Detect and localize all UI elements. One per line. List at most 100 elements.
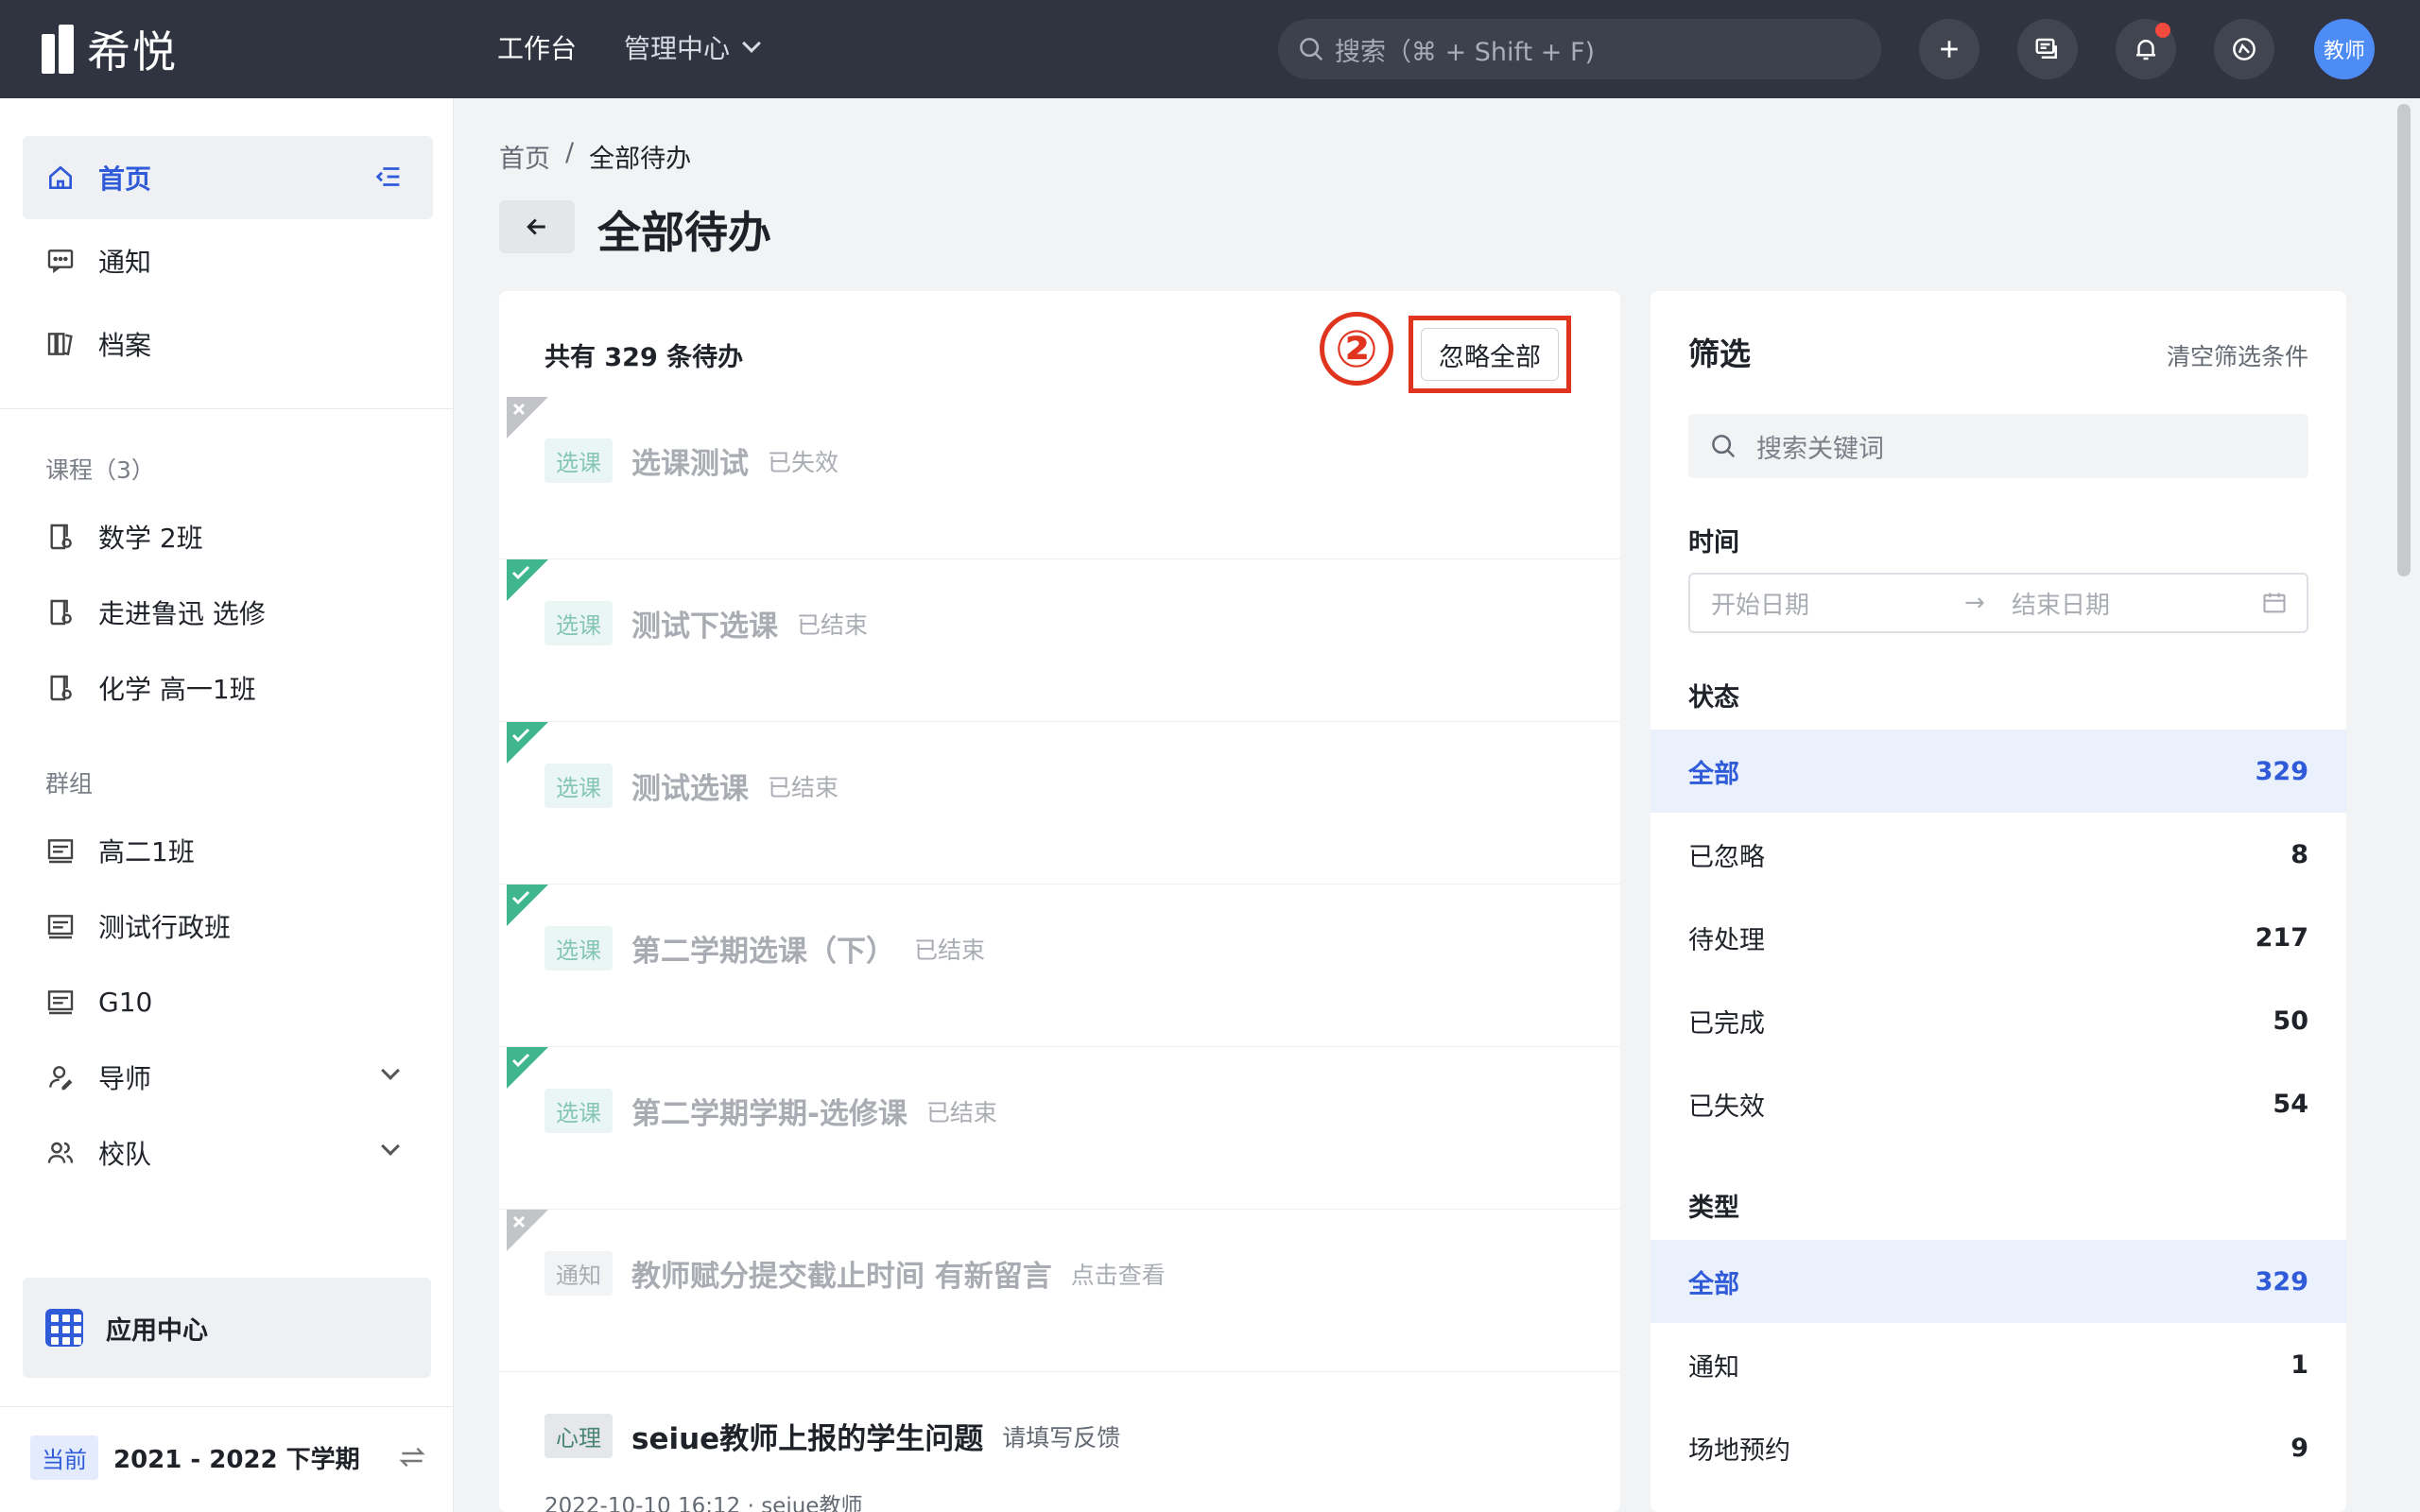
invalid-corner-icon [507, 1210, 548, 1251]
status-option-invalid[interactable]: 已失效 54 [1651, 1062, 2346, 1145]
home-icon [49, 165, 72, 189]
sidebar-item-course-chemistry[interactable]: 化学 高一1班 [23, 646, 433, 730]
courses-section-label: 课程（3） [45, 456, 155, 484]
breadcrumb-separator: / [565, 138, 575, 167]
status-option-all[interactable]: 全部 329 [1651, 730, 2346, 813]
chevron-down-icon[interactable] [381, 1137, 400, 1156]
back-button[interactable] [499, 200, 575, 253]
page-scrollbar[interactable] [2392, 98, 2420, 1512]
todo-title: 教师赋分提交截止时间 有新留言 [631, 1260, 1052, 1294]
todo-item[interactable]: 选课 第二学期选课（下） 已结束 [499, 885, 1620, 1047]
todo-meta: 2022-10-10 16:12 · seiue教师 [544, 1494, 863, 1512]
nav-admin-center-label: 管理中心 [624, 33, 731, 64]
app-center-button[interactable]: 应用中心 [23, 1278, 431, 1378]
option-count: 9 [2290, 1433, 2308, 1463]
sidebar-item-group-class[interactable]: 高二1班 [23, 809, 433, 892]
grid-icon [45, 1309, 83, 1347]
sidebar-item-label: 走进鲁迅 选修 [98, 598, 266, 629]
ignore-all-button[interactable]: 忽略全部 [1421, 328, 1559, 381]
todo-status: 已失效 [768, 448, 839, 476]
todo-item[interactable]: 选课 第二学期学期-选修课 已结束 [499, 1047, 1620, 1210]
type-option-notice[interactable]: 通知 1 [1651, 1323, 2346, 1406]
nav-workbench[interactable]: 工作台 [497, 28, 577, 66]
sidebar-item-group-mentor[interactable]: 导师 [23, 1036, 433, 1119]
todo-item[interactable]: 通知 教师赋分提交截止时间 有新留言 点击查看 [499, 1210, 1620, 1372]
add-button[interactable] [1919, 19, 1979, 79]
swap-icon[interactable] [397, 1442, 427, 1472]
todo-tag: 选课 [544, 601, 613, 645]
todo-item[interactable]: 选课 测试选课 已结束 [499, 722, 1620, 885]
status-option-ignored[interactable]: 已忽略 8 [1651, 813, 2346, 896]
todo-status: 已结束 [914, 936, 986, 964]
sidebar-item-label: 通知 [98, 247, 152, 278]
logo-mark-icon [42, 25, 76, 74]
sidebar-item-course-math[interactable]: 数学 2班 [23, 495, 433, 578]
status-option-completed[interactable]: 已完成 50 [1651, 979, 2346, 1062]
sidebar-item-group-g10[interactable]: G10 [23, 960, 433, 1043]
type-option-venue-booking[interactable]: 场地预约 9 [1651, 1406, 2346, 1489]
status-label: 状态 [1688, 683, 1739, 713]
option-count: 1 [2290, 1349, 2308, 1380]
sidebar-item-label: 化学 高一1班 [98, 674, 256, 705]
todo-title: 测试下选课 [631, 610, 778, 644]
chevron-down-icon[interactable] [381, 1061, 400, 1080]
todo-item[interactable]: 选课 测试下选课 已结束 [499, 559, 1620, 722]
class-icon [47, 839, 74, 864]
done-corner-icon [507, 559, 548, 601]
semester-label: 2021 - 2022 下学期 [113, 1445, 360, 1474]
semester-current-tag: 当前 [30, 1435, 98, 1480]
clear-filters-link[interactable]: 清空筛选条件 [2167, 338, 2308, 372]
sidebar-item-group-team[interactable]: 校队 [23, 1111, 433, 1194]
scrollbar-thumb[interactable] [2397, 104, 2411, 576]
annotation-highlight-box: 忽略全部 [1409, 316, 1571, 393]
status-option-pending[interactable]: 待处理 217 [1651, 896, 2346, 979]
todo-status: 已结束 [768, 773, 839, 801]
option-count: 54 [2273, 1089, 2308, 1119]
date-range-picker[interactable]: 开始日期 → 结束日期 [1688, 573, 2308, 633]
app-logo[interactable]: 希悦 [42, 23, 178, 77]
page-title: 全部待办 [597, 207, 771, 258]
todo-item[interactable]: 心理 seiue教师上报的学生问题 请填写反馈 2022-10-10 16:12… [499, 1372, 1620, 1512]
sidebar-item-group-admin-class[interactable]: 测试行政班 [23, 885, 433, 968]
calendar-icon [2263, 593, 2286, 613]
chevron-down-icon [742, 34, 761, 53]
sidebar-item-course-luxun[interactable]: 走进鲁迅 选修 [23, 571, 433, 654]
compass-icon [2233, 38, 2256, 60]
start-date-placeholder[interactable]: 开始日期 [1711, 586, 1809, 621]
sidebar-item-notice[interactable]: 通知 [23, 219, 433, 302]
todo-item[interactable]: 选课 选课测试 已失效 [499, 397, 1620, 559]
todo-status: 请填写反馈 [1002, 1423, 1121, 1452]
option-label: 已完成 [1688, 1008, 1765, 1039]
notification-button[interactable] [2116, 19, 2176, 79]
search-icon [1300, 38, 1323, 61]
invalid-corner-icon [507, 397, 548, 438]
done-corner-icon [507, 1047, 548, 1089]
avatar[interactable]: 教师 [2314, 19, 2375, 79]
sidebar-item-label: 首页 [98, 163, 152, 195]
keyword-search-input[interactable]: 搜索关键词 [1688, 414, 2308, 478]
breadcrumb-home[interactable]: 首页 [499, 138, 550, 175]
groups-section-label: 群组 [45, 770, 94, 798]
arrow-right-icon: → [1964, 589, 1985, 617]
todo-title: 第二学期学期-选修课 [631, 1097, 908, 1131]
option-label: 通知 [1688, 1352, 1739, 1383]
filter-title: 筛选 [1688, 335, 1751, 372]
account-switch-button[interactable] [2214, 19, 2274, 79]
keyword-search-placeholder: 搜索关键词 [1756, 434, 1884, 464]
todo-status[interactable]: 点击查看 [1071, 1257, 1166, 1291]
sidebar-item-home[interactable]: 首页 [23, 136, 433, 219]
logo-text: 希悦 [87, 26, 178, 77]
end-date-placeholder[interactable]: 结束日期 [2012, 586, 2110, 621]
todo-count: 共有 329 条待办 [544, 343, 744, 372]
arrow-left-icon [527, 218, 545, 235]
collapse-sidebar-button[interactable] [372, 161, 405, 199]
sidebar-item-archive[interactable]: 档案 [23, 302, 433, 386]
semester-switcher[interactable]: 当前 2021 - 2022 下学期 [30, 1433, 427, 1482]
global-search[interactable]: 搜索（⌘ + Shift + F) [1278, 19, 1881, 79]
nav-admin-center[interactable]: 管理中心 [624, 28, 761, 66]
mentor-icon [49, 1066, 73, 1091]
done-corner-icon [507, 722, 548, 764]
type-option-all[interactable]: 全部 329 [1651, 1240, 2346, 1323]
messages-button[interactable] [2017, 19, 2078, 79]
bell-icon [2136, 40, 2155, 60]
